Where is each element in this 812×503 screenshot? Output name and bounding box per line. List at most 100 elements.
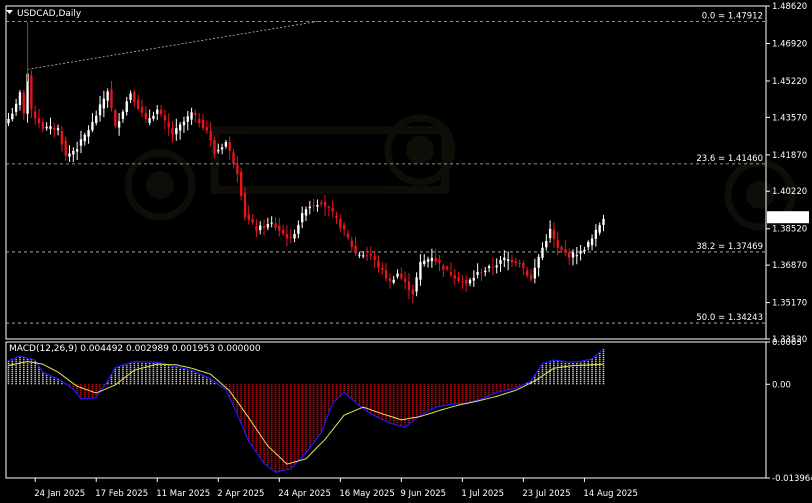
candle-body <box>144 112 147 120</box>
candle-body <box>152 115 155 119</box>
watermark-logo <box>124 114 796 231</box>
candle-body <box>148 118 151 123</box>
candle-body <box>98 104 102 116</box>
candle-body <box>365 255 369 257</box>
price-tick-label: 1.35170 <box>772 299 807 309</box>
candle-body <box>567 252 571 258</box>
candle-body <box>201 119 205 129</box>
candle-body <box>541 247 544 258</box>
candle-body <box>129 93 132 100</box>
candle-body <box>274 223 277 228</box>
candle-body <box>117 121 121 128</box>
candle-body <box>529 274 533 280</box>
time-tick-label: 2 Apr 2025 <box>217 489 264 499</box>
candle-body <box>571 252 575 258</box>
candle-body <box>281 229 285 234</box>
candle-body <box>114 110 117 127</box>
time-tick-label: 16 May 2025 <box>339 489 394 499</box>
candle-body <box>34 111 37 119</box>
candle-body <box>285 234 289 239</box>
candle-body <box>270 222 273 224</box>
candle-body <box>403 278 407 282</box>
candle-body <box>419 261 422 280</box>
candle-body <box>121 111 125 119</box>
candle-body <box>339 219 342 228</box>
candle-body <box>346 233 350 238</box>
candle-body <box>323 201 327 207</box>
candle-body <box>476 271 479 275</box>
candle-body <box>37 118 41 124</box>
candle-body <box>198 118 201 124</box>
candle-body <box>239 171 243 197</box>
macd-indicator-label: MACD(12,26,9) 0.004492 0.002989 0.001953… <box>9 344 261 354</box>
trendline-segment <box>27 21 318 70</box>
candle-body <box>64 140 67 156</box>
fib-level-label: 23.6 = 1.41460 <box>696 154 763 164</box>
candle-body <box>331 208 334 212</box>
triangle-down-icon[interactable] <box>6 10 13 14</box>
candle-body <box>522 262 525 269</box>
candle-body <box>453 274 456 279</box>
candle-body <box>14 103 18 112</box>
candle-body <box>445 266 449 270</box>
macd-tick-label: -0.013964 <box>772 474 812 484</box>
candle-body <box>182 121 186 126</box>
candle-body <box>594 229 598 239</box>
candle-body <box>411 289 414 295</box>
price-panel-frame <box>5 5 767 340</box>
candle-body <box>358 254 361 256</box>
candle-body <box>449 271 453 276</box>
time-axis: 24 Jan 2025 17 Feb 2025 11 Mar 2025 2 Apr 2… <box>34 478 638 499</box>
candle-body <box>327 207 331 209</box>
candle-body <box>308 206 311 209</box>
candle-body <box>426 259 430 262</box>
candle-body <box>266 224 270 228</box>
candle-body <box>278 225 281 231</box>
candle-body <box>7 118 10 124</box>
candle-body <box>468 279 472 284</box>
candle-body <box>251 219 254 223</box>
symbol-label: USDCAD,Daily <box>17 9 82 19</box>
candle-body <box>83 134 86 142</box>
candle-body <box>45 126 48 129</box>
time-tick-label: 24 Jan 2025 <box>34 489 85 499</box>
candle-body <box>125 101 128 113</box>
watermark-core <box>146 171 174 199</box>
candle-body <box>163 115 167 121</box>
candle-body <box>434 257 437 262</box>
trendline <box>27 21 318 70</box>
candle-body <box>472 277 475 281</box>
candle-body <box>590 238 594 246</box>
candle-body <box>362 255 365 257</box>
time-tick-label: 1 Jul 2025 <box>461 489 504 499</box>
time-tick-label: 24 Apr 2025 <box>278 489 331 499</box>
candle-body <box>499 259 502 264</box>
chart-header: USDCAD,Daily <box>6 9 82 19</box>
candle-body <box>495 265 498 268</box>
candle-body <box>423 260 426 265</box>
candle-body <box>575 255 578 257</box>
price-tick-label: 1.46920 <box>772 39 807 49</box>
candle-body <box>514 261 517 264</box>
candle-body <box>533 267 537 279</box>
candle-body <box>377 260 380 268</box>
candle-body <box>156 109 159 115</box>
fib-level-label: 0.0 = 1.47912 <box>702 12 763 22</box>
candle-body <box>255 226 258 231</box>
candle-body <box>484 270 487 273</box>
candle-body <box>503 257 506 261</box>
candle-body <box>438 259 441 263</box>
candle-body <box>137 99 140 109</box>
candlestick-series <box>7 21 605 304</box>
candle-body <box>556 240 559 248</box>
candle-body <box>564 249 567 253</box>
fib-level-label: 38.2 = 1.37469 <box>696 242 763 252</box>
candle-body <box>384 270 388 279</box>
candle-body <box>41 122 45 130</box>
candle-body <box>224 142 228 147</box>
candle-body <box>552 229 556 239</box>
candle-body <box>537 256 540 268</box>
candle-body <box>68 153 71 157</box>
candle-body <box>518 262 521 264</box>
candle-body <box>11 113 14 120</box>
